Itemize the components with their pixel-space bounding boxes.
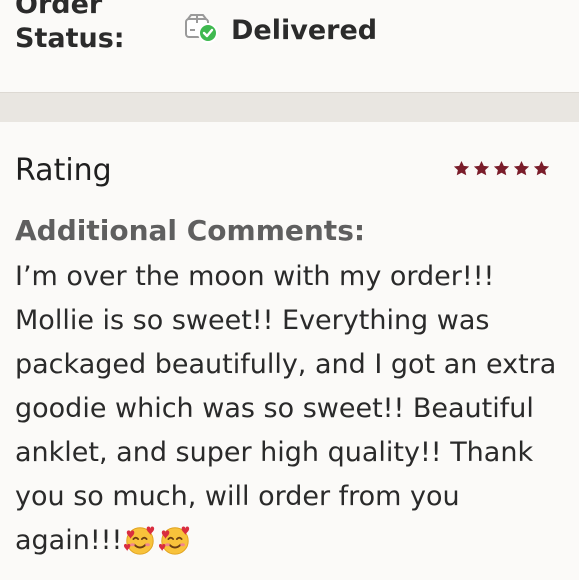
comment-text-content: I’m over the moon with my order!!! Molli… (15, 261, 557, 556)
star-icon (493, 160, 510, 176)
star-icon (513, 160, 530, 176)
smiling-face-with-hearts-icon (159, 526, 190, 555)
order-status-label-line2: Status: (15, 23, 125, 54)
star-icon (473, 160, 490, 176)
additional-comments-heading: Additional Comments: (15, 214, 366, 247)
order-status-value: Delivered (231, 15, 378, 46)
comment-text: I’m over the moon with my order!!! Molli… (15, 255, 570, 563)
order-status-label-line1: Order (15, 0, 103, 20)
rating-label: Rating (15, 153, 112, 188)
order-status-label: Order Status: (15, 0, 125, 56)
star-rating (452, 159, 551, 178)
smiling-face-with-hearts-icon (124, 526, 155, 555)
delivered-box-icon (185, 14, 218, 43)
order-status-section: Order Status: Delivered (0, 0, 579, 92)
star-icon (453, 160, 470, 176)
review-section: Rating Additional Comments: I’m over the… (0, 122, 579, 580)
star-icon (533, 160, 550, 176)
section-divider (0, 92, 579, 123)
